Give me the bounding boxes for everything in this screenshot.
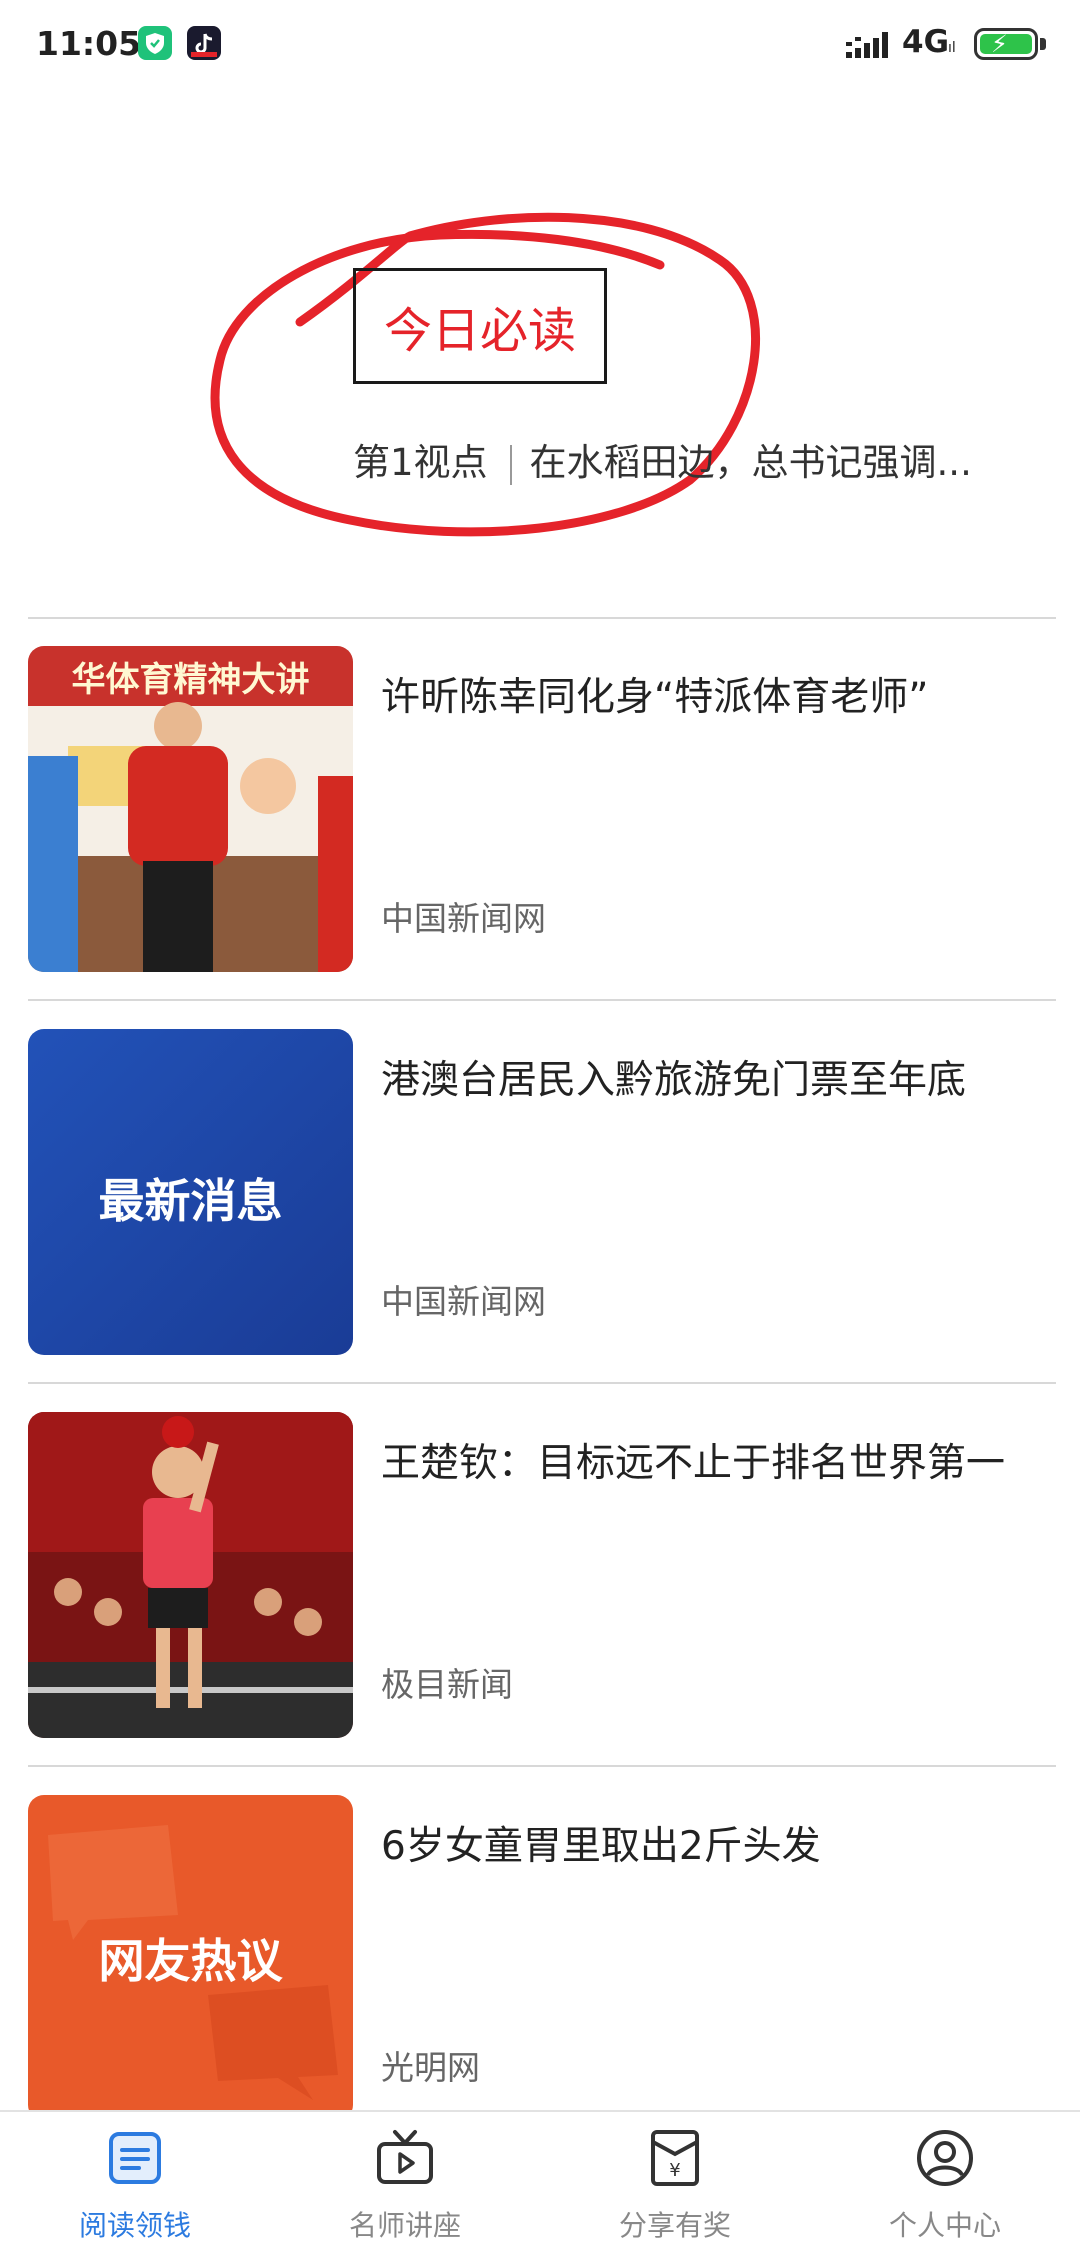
headline-separator xyxy=(509,444,512,485)
headline-text: 在水稻田边，总书记强调... xyxy=(529,441,972,484)
thumb-text: 最新消息 xyxy=(98,1174,283,1228)
article-item[interactable]: 网友热议 6岁女童胃里取出2斤头发 光明网 xyxy=(28,1795,1056,2121)
article-thumbnail xyxy=(28,1412,353,1738)
nav-tab-profile[interactable]: 个人中心 xyxy=(810,2112,1080,2248)
headline-source: 第1视点 xyxy=(353,441,488,484)
signal-icon xyxy=(846,32,888,58)
user-icon xyxy=(917,2130,973,2186)
bottom-nav: 阅读领钱 名师讲座 ¥ 分享有奖 个人中心 xyxy=(0,2110,1080,2248)
divider xyxy=(28,1765,1056,1767)
divider xyxy=(28,617,1056,619)
network-type: 4G xyxy=(902,24,950,60)
article-item[interactable]: 华体育精神大讲 许昕陈幸同化身“特派体育老师” 中国新闻网 xyxy=(28,646,1056,972)
nav-label: 阅读领钱 xyxy=(78,2209,191,2242)
tiktok-app-icon xyxy=(187,26,221,60)
article-title: 6岁女童胃里取出2斤头发 xyxy=(381,1824,821,1869)
nav-tab-share-reward[interactable]: ¥ 分享有奖 xyxy=(540,2112,810,2248)
article-thumbnail: 华体育精神大讲 xyxy=(28,646,353,972)
tv-icon xyxy=(377,2130,433,2184)
document-icon xyxy=(109,2132,161,2184)
article-source: 中国新闻网 xyxy=(381,899,546,938)
battery-nub xyxy=(1040,38,1046,50)
article-source: 光明网 xyxy=(381,2048,480,2087)
nav-label: 名师讲座 xyxy=(348,2209,461,2242)
article-thumbnail: 最新消息 xyxy=(28,1029,353,1355)
status-bar: 11:05 4G ıl ⚡ xyxy=(0,0,1080,90)
header-headline[interactable]: 第1视点 在水稻田边，总书记强调... xyxy=(353,432,1033,486)
shield-app-icon xyxy=(138,26,172,60)
status-time: 11:05 xyxy=(36,24,142,63)
article-title: 王楚钦：目标远不止于排名世界第一 xyxy=(381,1441,1006,1486)
nav-tab-read-earn[interactable]: 阅读领钱 xyxy=(0,2112,270,2248)
article-thumbnail: 网友热议 xyxy=(28,1795,353,2121)
battery-icon: ⚡ xyxy=(974,28,1038,60)
network-activity: ıl xyxy=(948,40,956,56)
header-title-box: 今日必读 xyxy=(353,268,607,384)
article-title: 港澳台居民入黔旅游免门票至年底 xyxy=(381,1058,967,1103)
divider xyxy=(28,1382,1056,1384)
article-item[interactable]: 王楚钦：目标远不止于排名世界第一 极目新闻 xyxy=(28,1412,1056,1738)
nav-label: 分享有奖 xyxy=(618,2209,731,2242)
red-envelope-icon: ¥ xyxy=(651,2130,699,2186)
divider xyxy=(28,999,1056,1001)
header-title: 今日必读 xyxy=(383,303,576,359)
svg-text:¥: ¥ xyxy=(669,2160,680,2181)
nav-tab-lectures[interactable]: 名师讲座 xyxy=(270,2112,540,2248)
article-title: 许昕陈幸同化身“特派体育老师” xyxy=(381,675,929,720)
article-source: 极目新闻 xyxy=(381,1665,513,1704)
daily-reading-header[interactable]: 今日必读 第1视点 在水稻田边，总书记强调... xyxy=(0,90,1080,610)
nav-label: 个人中心 xyxy=(888,2209,1001,2242)
article-source: 中国新闻网 xyxy=(381,1282,546,1321)
thumb-text: 网友热议 xyxy=(98,1934,283,1988)
article-item[interactable]: 最新消息 港澳台居民入黔旅游免门票至年底 中国新闻网 xyxy=(28,1029,1056,1355)
thumb-banner-text: 华体育精神大讲 xyxy=(71,660,310,700)
